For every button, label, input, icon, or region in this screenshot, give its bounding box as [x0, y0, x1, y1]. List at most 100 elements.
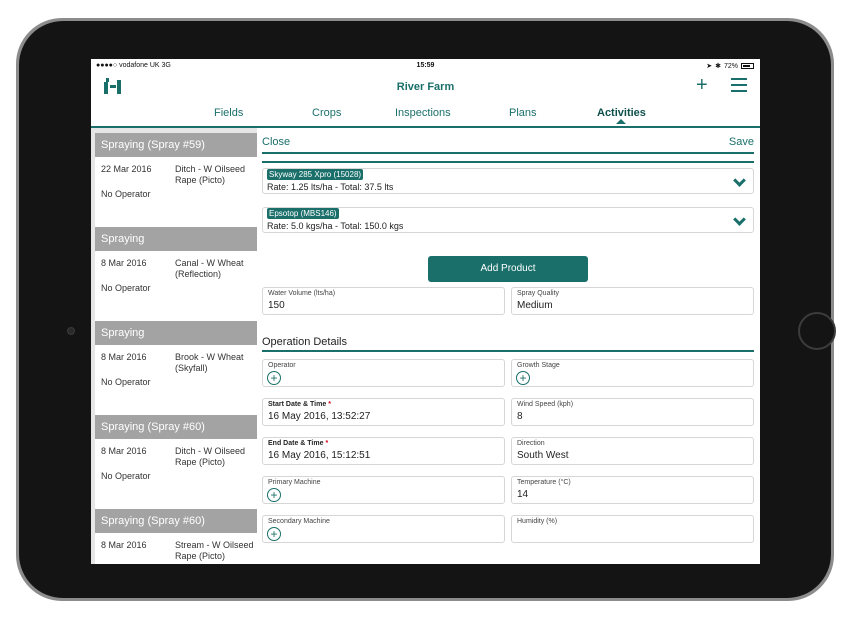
activity-field: Ditch - W Oilseed Rape (Picto)	[175, 164, 246, 185]
activity-operator: No Operator	[101, 377, 151, 387]
add-circle-icon[interactable]: +	[267, 371, 281, 385]
field-value: 8	[517, 411, 523, 422]
activity-field: Ditch - W Oilseed Rape (Picto)	[175, 446, 246, 467]
field-value: 16 May 2016, 15:12:51	[268, 450, 371, 461]
clock: 15:59	[416, 62, 435, 69]
activity-detail: Close Save Skyway 285 Xpro (15028) Rate:…	[257, 128, 760, 564]
save-button[interactable]: Save	[729, 136, 754, 148]
activity-operator: No Operator	[101, 471, 151, 481]
chevron-down-icon[interactable]	[733, 213, 746, 226]
product-rate: Rate: 1.25 lts/ha - Total: 37.5 lts	[267, 182, 394, 192]
field-label: Spray Quality	[517, 290, 560, 297]
add-circle-icon[interactable]: +	[516, 371, 530, 385]
tab-bar: Fields Crops Inspections Plans Activitie…	[91, 101, 760, 128]
activity-field: Stream - W Oilseed Rape (Picto)	[175, 540, 254, 561]
camera-icon	[67, 327, 75, 335]
field-label: Wind Speed (kph)	[517, 401, 574, 408]
add-circle-icon[interactable]: +	[267, 527, 281, 541]
required-marker: *	[325, 440, 329, 447]
tab-activities[interactable]: Activities	[597, 107, 646, 119]
temperature-field[interactable]: Temperature (°C) 14	[511, 476, 754, 504]
growth-stage-field[interactable]: Growth Stage +	[511, 359, 754, 387]
field-label: End Date & Time *	[268, 440, 329, 447]
activity-date: 8 Mar 2016	[101, 540, 147, 550]
status-right: ➤ ✱ 72%	[706, 62, 754, 70]
field-value: Medium	[517, 300, 553, 311]
activity-operator: No Operator	[101, 189, 151, 199]
bluetooth-icon: ✱	[715, 63, 721, 70]
activity-title: Spraying	[95, 321, 257, 345]
nav-bar: River Farm +	[91, 73, 760, 101]
list-item[interactable]: Spraying (Spray #59) 22 Mar 2016 Ditch -…	[95, 133, 257, 227]
add-circle-icon[interactable]: +	[267, 488, 281, 502]
end-date-field[interactable]: End Date & Time * 16 May 2016, 15:12:51	[262, 437, 505, 465]
field-value: 14	[517, 489, 529, 500]
primary-machine-field[interactable]: Primary Machine +	[262, 476, 505, 504]
field-label: Direction	[517, 440, 545, 447]
product-row[interactable]: Epsotop (MBS146) Rate: 5.0 kgs/ha - Tota…	[262, 207, 754, 233]
product-rate: Rate: 5.0 kgs/ha - Total: 150.0 kgs	[267, 221, 404, 231]
spray-quality-field[interactable]: Spray Quality Medium	[511, 287, 754, 315]
field-label: Temperature (°C)	[517, 479, 571, 486]
chevron-down-icon[interactable]	[733, 174, 746, 187]
hamburger-menu-icon[interactable]	[731, 78, 747, 92]
divider	[262, 350, 754, 352]
list-item[interactable]: Spraying 8 Mar 2016 Brook - W Wheat (Sky…	[95, 321, 257, 415]
activity-field: Brook - W Wheat (Skyfall)	[175, 352, 244, 373]
field-label: Primary Machine	[268, 479, 321, 486]
start-date-field[interactable]: Start Date & Time * 16 May 2016, 13:52:2…	[262, 398, 505, 426]
list-item[interactable]: Spraying (Spray #60) 8 Mar 2016 Stream -…	[95, 509, 257, 564]
activity-body: 22 Mar 2016 Ditch - W Oilseed Rape (Pict…	[95, 157, 257, 227]
close-button[interactable]: Close	[262, 136, 290, 148]
home-button[interactable]	[798, 312, 836, 350]
divider	[262, 152, 754, 154]
field-label: Growth Stage	[517, 362, 560, 369]
tab-inspections[interactable]: Inspections	[395, 107, 451, 119]
field-value: 16 May 2016, 13:52:27	[268, 411, 371, 422]
section-title: Operation Details	[262, 336, 347, 348]
field-label: Water Volume (lts/ha)	[268, 290, 336, 297]
activity-date: 8 Mar 2016	[101, 446, 147, 456]
activity-title: Spraying (Spray #60)	[95, 415, 257, 439]
activity-title: Spraying (Spray #59)	[95, 133, 257, 157]
tab-plans[interactable]: Plans	[509, 107, 537, 119]
activity-field: Canal - W Wheat (Reflection)	[175, 258, 244, 279]
list-item[interactable]: Spraying (Spray #60) 8 Mar 2016 Ditch - …	[95, 415, 257, 509]
active-tab-indicator	[616, 119, 626, 124]
field-label: Operator	[268, 362, 296, 369]
add-product-button[interactable]: Add Product	[428, 256, 588, 282]
product-row[interactable]: Skyway 285 Xpro (15028) Rate: 1.25 lts/h…	[262, 168, 754, 194]
required-marker: *	[328, 401, 331, 408]
activity-date: 8 Mar 2016	[101, 352, 147, 362]
humidity-field[interactable]: Humidity (%)	[511, 515, 754, 543]
wind-speed-field[interactable]: Wind Speed (kph) 8	[511, 398, 754, 426]
operator-field[interactable]: Operator +	[262, 359, 505, 387]
field-label: Start Date & Time *	[268, 401, 331, 408]
activity-operator: No Operator	[101, 283, 151, 293]
list-item[interactable]: Spraying 8 Mar 2016 Canal - W Wheat (Ref…	[95, 227, 257, 321]
status-bar: ●●●●○ vodafone UK 3G 15:59 ➤ ✱ 72%	[91, 59, 760, 73]
divider	[262, 161, 754, 163]
battery-icon	[741, 63, 754, 69]
activity-title: Spraying (Spray #60)	[95, 509, 257, 533]
screen: ●●●●○ vodafone UK 3G 15:59 ➤ ✱ 72% River…	[91, 59, 760, 564]
product-name: Epsotop (MBS146)	[267, 208, 339, 219]
water-volume-field[interactable]: Water Volume (lts/ha) 150	[262, 287, 505, 315]
direction-field[interactable]: Direction South West	[511, 437, 754, 465]
activity-date: 8 Mar 2016	[101, 258, 147, 268]
activity-list: Spraying (Spray #59) 22 Mar 2016 Ditch -…	[91, 128, 257, 564]
plus-icon[interactable]: +	[696, 75, 708, 95]
secondary-machine-field[interactable]: Secondary Machine +	[262, 515, 505, 543]
activity-body: 8 Mar 2016 Ditch - W Oilseed Rape (Picto…	[95, 439, 257, 509]
activity-body: 8 Mar 2016 Canal - W Wheat (Reflection) …	[95, 251, 257, 321]
tab-crops[interactable]: Crops	[312, 107, 341, 119]
activity-body: 8 Mar 2016 Brook - W Wheat (Skyfall) No …	[95, 345, 257, 415]
location-icon: ➤	[706, 63, 713, 70]
field-label: Humidity (%)	[517, 518, 558, 525]
field-value: South West	[517, 450, 569, 461]
field-value: 150	[268, 300, 285, 311]
battery-percent: 72%	[723, 62, 738, 70]
tab-fields[interactable]: Fields	[214, 107, 243, 119]
farm-title: River Farm	[396, 81, 455, 93]
product-name: Skyway 285 Xpro (15028)	[267, 169, 364, 180]
